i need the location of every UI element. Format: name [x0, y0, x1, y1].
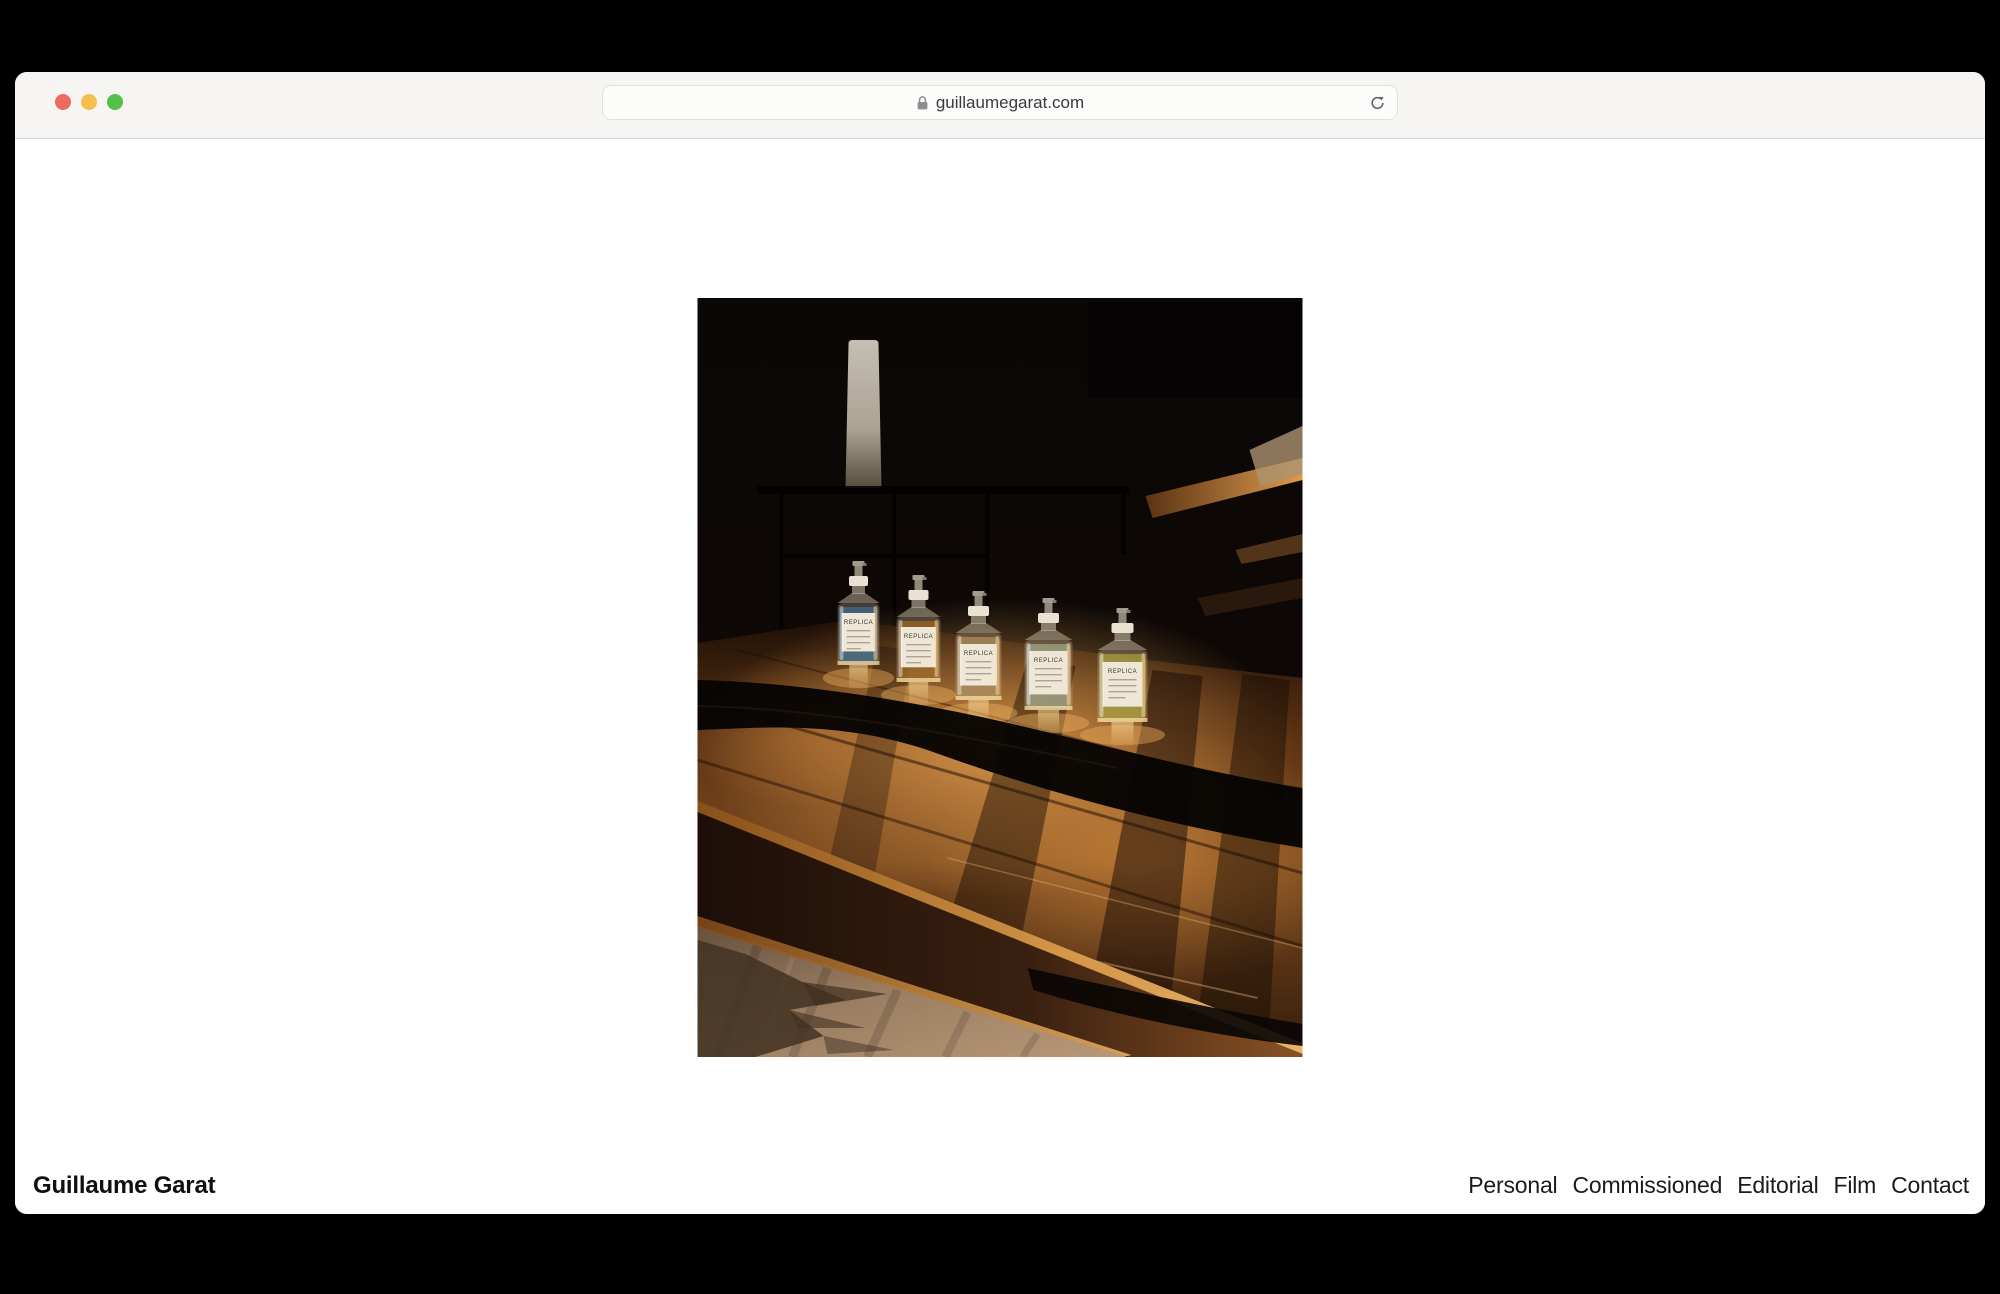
address-bar[interactable]: guillaumegarat.com — [602, 85, 1398, 120]
nav-link-personal[interactable]: Personal — [1468, 1172, 1557, 1199]
bottle-label-text: REPLICA — [844, 620, 873, 626]
reload-button[interactable] — [1367, 92, 1388, 113]
lock-icon — [916, 95, 929, 111]
dark-window-shape — [1088, 302, 1303, 398]
portfolio-photo: REPLICA REPLICA REPLICA REPLICA REPLICA — [698, 298, 1303, 1057]
minimize-window-button[interactable] — [81, 94, 97, 110]
pillar-candle — [846, 340, 882, 488]
page-content: REPLICA REPLICA REPLICA REPLICA REPLICA — [15, 139, 1985, 1214]
browser-window: guillaumegarat.com — [15, 72, 1985, 1214]
nav-link-editorial[interactable]: Editorial — [1737, 1172, 1818, 1199]
bottle-label-text: REPLICA — [1108, 669, 1137, 675]
nav-link-contact[interactable]: Contact — [1891, 1172, 1969, 1199]
bottle-label-text: REPLICA — [964, 651, 993, 657]
page-footer: Guillaume Garat Personal Commissioned Ed… — [33, 1172, 1969, 1200]
bottle-label-text: REPLICA — [1034, 658, 1063, 664]
bottle-label-text: REPLICA — [904, 634, 933, 640]
zoom-window-button[interactable] — [107, 94, 123, 110]
browser-titlebar: guillaumegarat.com — [15, 72, 1985, 139]
traffic-lights — [55, 94, 123, 110]
url-text: guillaumegarat.com — [936, 93, 1084, 113]
main-nav: Personal Commissioned Editorial Film Con… — [1468, 1172, 1969, 1199]
desktop: { "browser": { "url": "guillaumegarat.co… — [0, 0, 2000, 1294]
site-title-link[interactable]: Guillaume Garat — [33, 1172, 215, 1200]
nav-link-film[interactable]: Film — [1833, 1172, 1876, 1199]
close-window-button[interactable] — [55, 94, 71, 110]
nav-link-commissioned[interactable]: Commissioned — [1572, 1172, 1722, 1199]
